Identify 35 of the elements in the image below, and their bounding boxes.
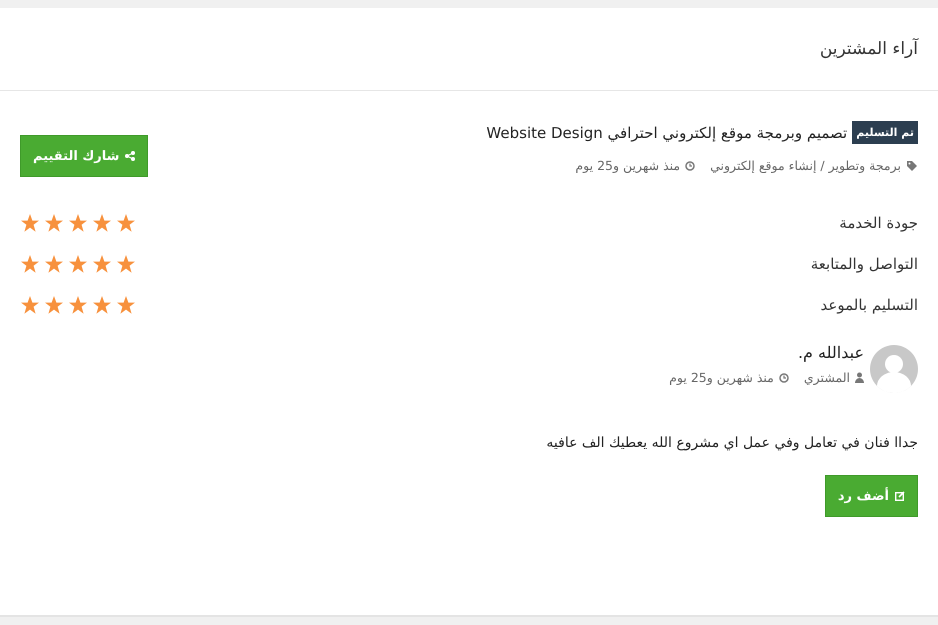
category-link[interactable]: برمجة وتطوير / إنشاء موقع إلكتروني [710, 158, 901, 173]
status-badge: تم التسليم [852, 121, 918, 144]
star-icon [116, 296, 136, 314]
project-title[interactable]: تصميم وبرمجة موقع إلكتروني احترافي Website Design [486, 124, 848, 142]
star-icon [68, 254, 88, 274]
clock-icon [685, 160, 696, 170]
star-icon [92, 296, 112, 314]
star-icon [20, 296, 40, 314]
star-icon [20, 254, 40, 274]
user-icon [855, 372, 864, 383]
review-text: جداا فنان في تعامل وفي عمل اي مشروع الله يعطيك الف عافيه [545, 435, 918, 451]
rating-label: جودة الخدمة [839, 214, 918, 232]
clock-icon [778, 372, 789, 382]
star-icon [116, 254, 136, 274]
star-icon [20, 214, 40, 232]
review-time: منذ شهرين و25 يوم [669, 370, 774, 385]
star-icon [92, 214, 112, 232]
share-icon [125, 151, 136, 161]
reviewer-name[interactable]: عبدالله م. [669, 343, 864, 362]
star-icon [92, 254, 112, 274]
tag-icon [906, 160, 918, 172]
reviewer-role: المشتري [804, 370, 850, 385]
section-title: آراء المشترين [820, 39, 918, 59]
rating-label: التواصل والمتابعة [810, 255, 918, 273]
star-icon [68, 296, 88, 314]
add-reply-button[interactable]: أضف رد [824, 475, 918, 517]
star-icon [44, 214, 64, 232]
star-icon [44, 254, 64, 274]
share-rating-button[interactable]: شارك التقييم [20, 135, 148, 177]
project-time: منذ شهرين و25 يوم [575, 158, 680, 173]
star-icon [68, 214, 88, 232]
star-icon [44, 296, 64, 314]
rating-label: التسليم بالموعد [820, 296, 918, 314]
edit-icon [895, 491, 905, 501]
star-icon [116, 214, 136, 232]
